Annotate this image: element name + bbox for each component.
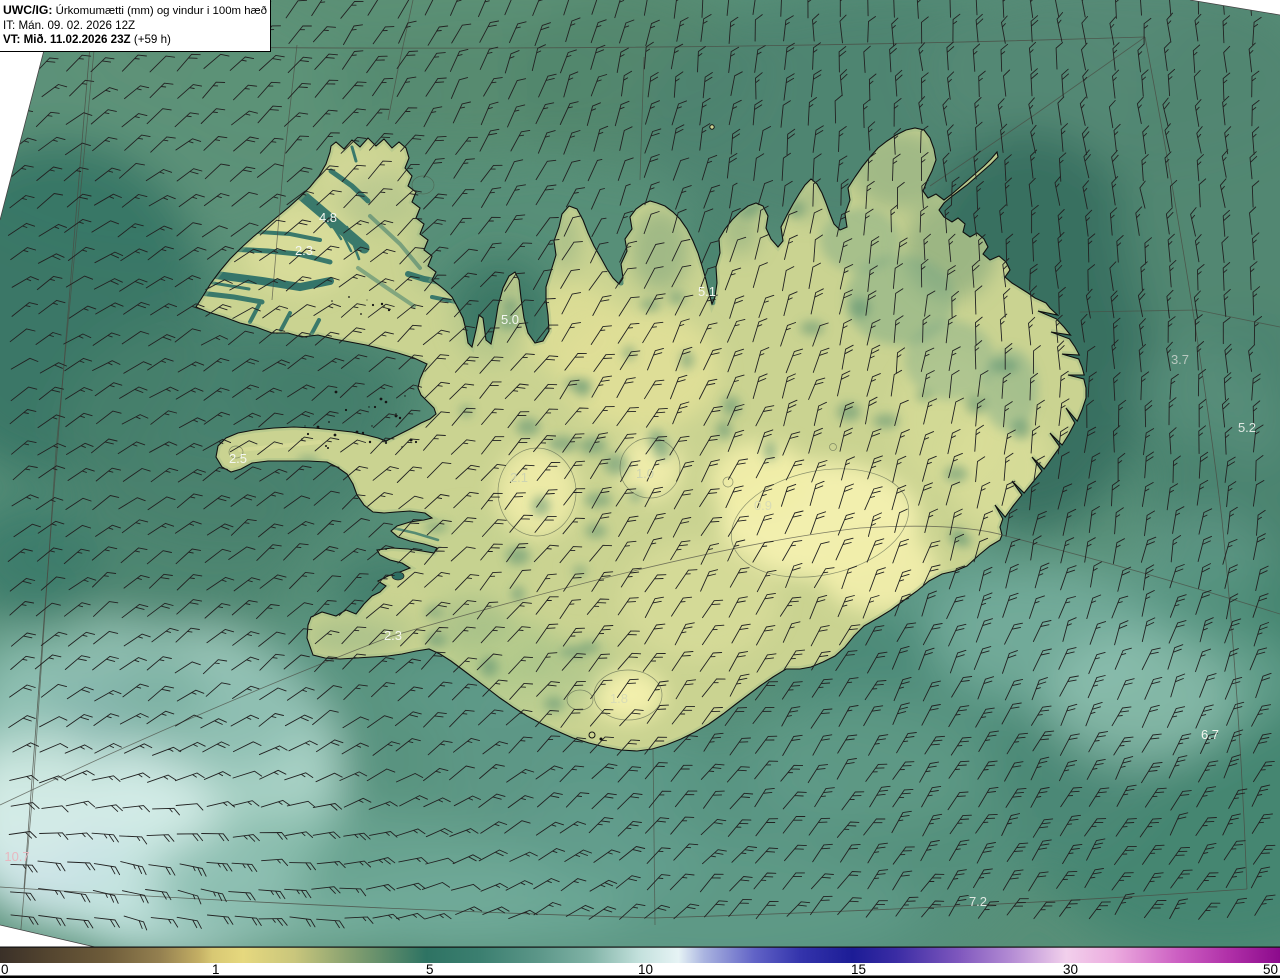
svg-text:10.7: 10.7 <box>4 849 29 864</box>
svg-text:2.3: 2.3 <box>295 243 313 258</box>
svg-text:2.1: 2.1 <box>510 470 528 485</box>
svg-text:5.0: 5.0 <box>501 312 519 327</box>
svg-text:1.8: 1.8 <box>610 691 628 706</box>
svg-text:0.9: 0.9 <box>754 498 772 513</box>
svg-text:7.2: 7.2 <box>969 894 987 909</box>
svg-text:4.8: 4.8 <box>319 210 337 225</box>
svg-text:50: 50 <box>1263 962 1278 977</box>
svg-text:2.3: 2.3 <box>384 628 402 643</box>
svg-text:5.2: 5.2 <box>1238 420 1256 435</box>
svg-text:5: 5 <box>426 962 434 977</box>
svg-text:30: 30 <box>1063 962 1078 977</box>
svg-text:10: 10 <box>638 962 653 977</box>
svg-text:0: 0 <box>1 962 9 977</box>
svg-text:2.5: 2.5 <box>229 451 247 466</box>
svg-text:5.1: 5.1 <box>698 284 716 299</box>
svg-text:6.7: 6.7 <box>1201 727 1219 742</box>
svg-text:1: 1 <box>212 962 220 977</box>
svg-text:3.7: 3.7 <box>1171 352 1189 367</box>
svg-text:1.0: 1.0 <box>636 466 654 481</box>
svg-text:15: 15 <box>851 962 866 977</box>
